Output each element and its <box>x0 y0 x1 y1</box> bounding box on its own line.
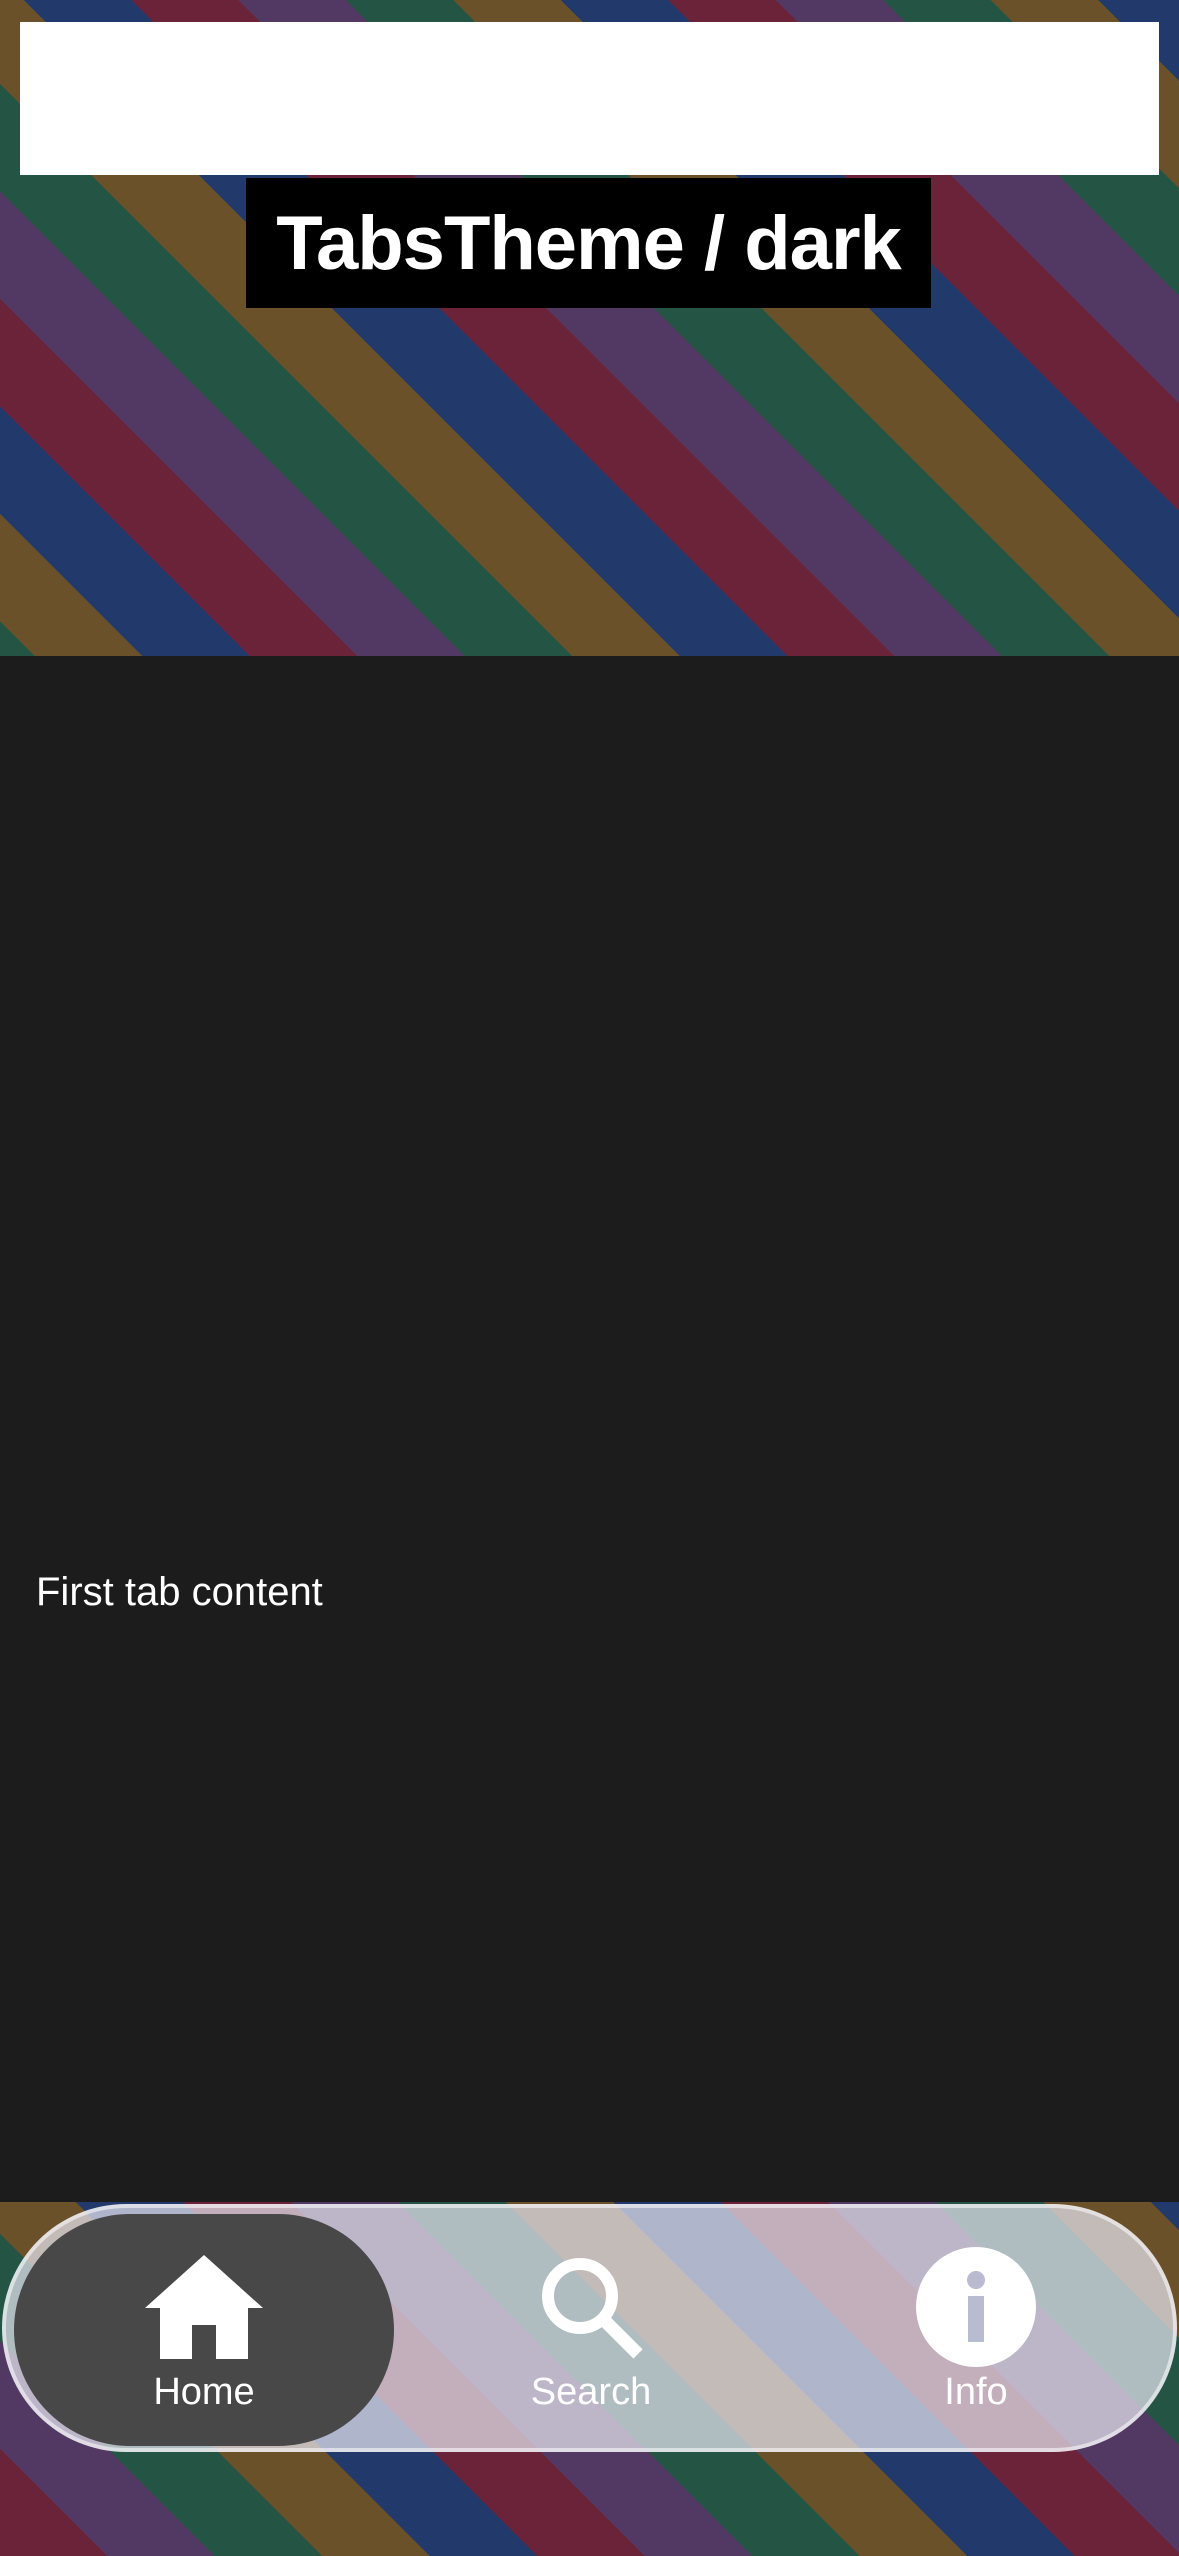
tab-info-label: Info <box>944 2370 1008 2413</box>
info-icon <box>911 2246 1041 2367</box>
tab-content-area: First tab content <box>0 656 1179 2202</box>
tab-info[interactable]: Info <box>786 2214 1166 2446</box>
page-title: TabsTheme / dark <box>276 200 902 286</box>
tab-search-label: Search <box>530 2370 652 2413</box>
tab-search[interactable]: Search <box>401 2214 781 2446</box>
tab-content-text: First tab content <box>36 1570 323 1614</box>
tab-bar: Home Search Info <box>2 2204 1177 2452</box>
page-title-chip: TabsTheme / dark <box>246 178 931 308</box>
search-icon <box>526 2247 656 2367</box>
home-icon <box>139 2247 269 2367</box>
tab-home[interactable]: Home <box>14 2214 394 2446</box>
status-bar <box>20 22 1159 175</box>
tab-home-label: Home <box>153 2370 255 2413</box>
